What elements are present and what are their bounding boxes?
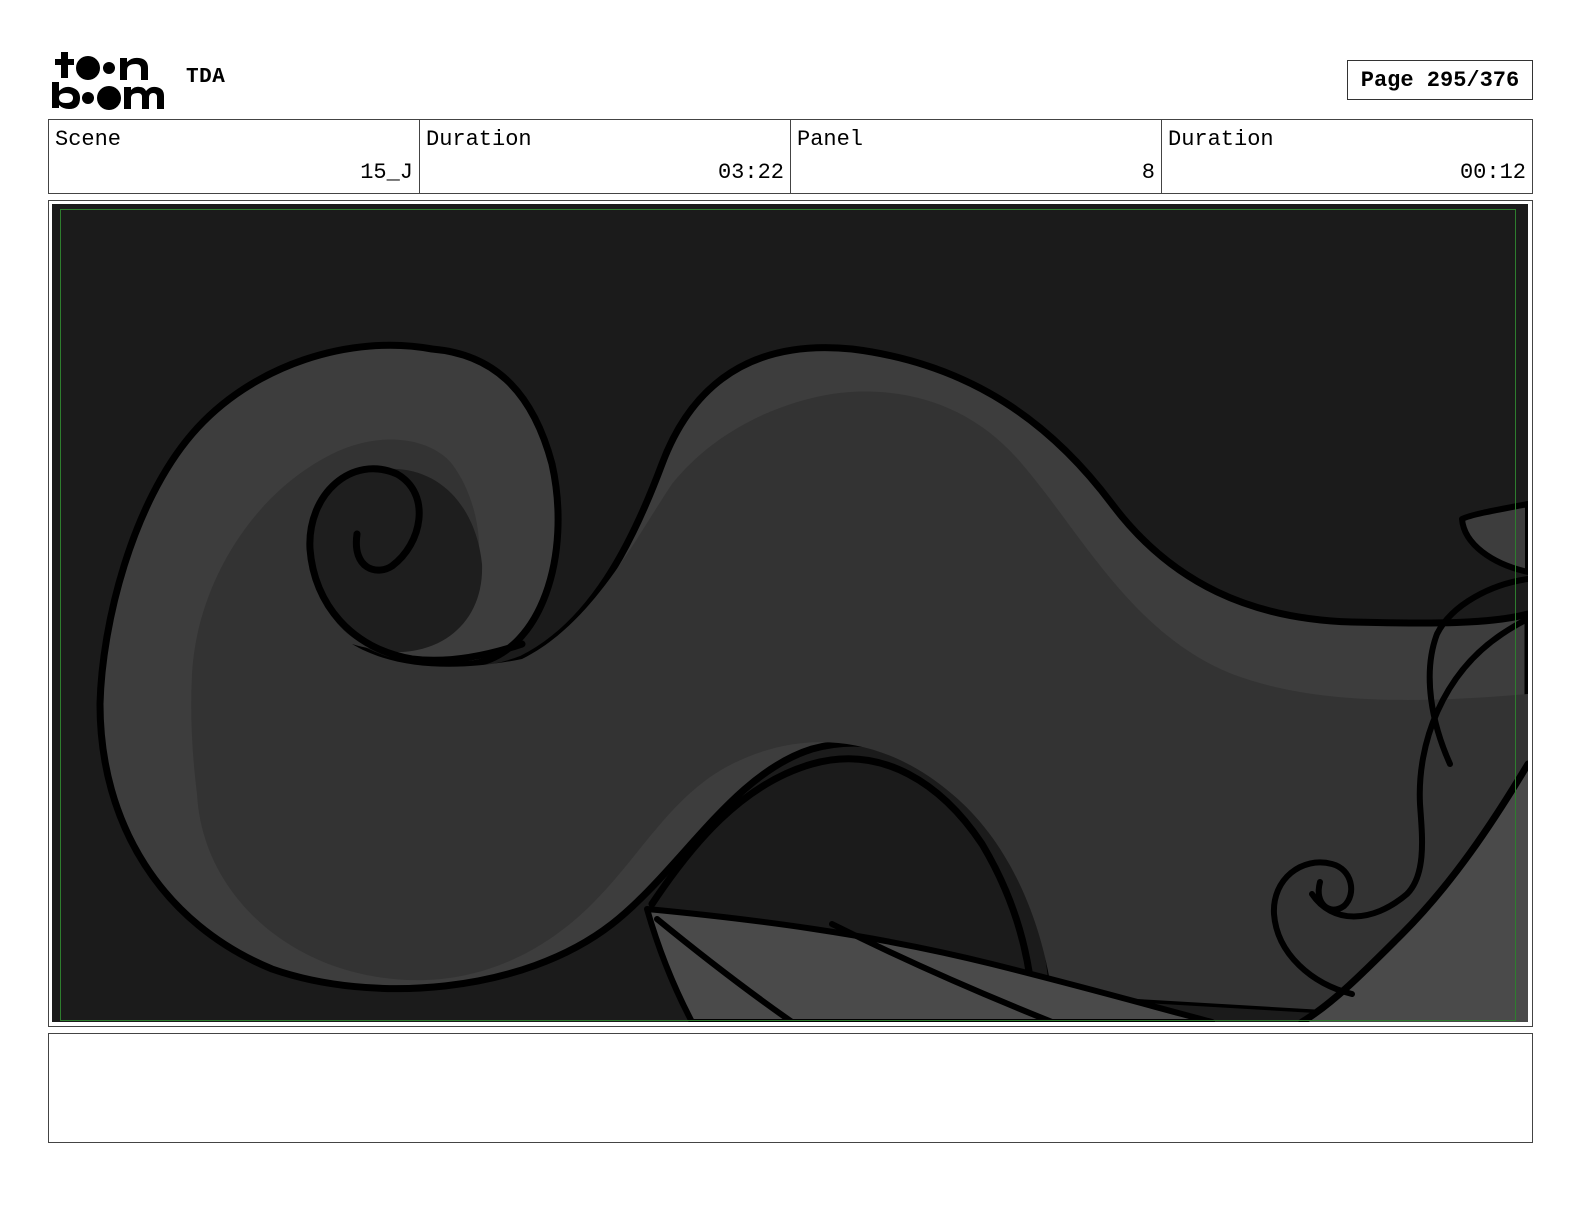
- scene-value: 15_J: [360, 160, 413, 185]
- panel-duration-label: Duration: [1168, 127, 1274, 152]
- panel-value: 8: [1141, 160, 1155, 185]
- project-title: TDA: [186, 66, 226, 89]
- scene-duration-cell: Duration 03:22: [420, 120, 791, 193]
- page-indicator: Page 295/376: [1347, 60, 1533, 100]
- panel-cell: Panel 8: [791, 120, 1162, 193]
- scene-cell: Scene 15_J: [49, 120, 420, 193]
- scene-duration-label: Duration: [426, 127, 532, 152]
- scene-info-table: Scene 15_J Duration 03:22 Panel 8 Durati…: [48, 119, 1533, 194]
- panel-duration-value: 00:12: [1459, 160, 1526, 185]
- panel-label: Panel: [797, 127, 864, 152]
- scene-label: Scene: [55, 127, 122, 152]
- scene-duration-value: 03:22: [717, 160, 784, 185]
- toon-boom-logo-icon: [52, 50, 164, 112]
- storyboard-panel-image: [52, 204, 1528, 1022]
- page-label: Page 295/376: [1360, 67, 1520, 93]
- panel-notes-box[interactable]: [48, 1033, 1533, 1143]
- storyboard-panel-frame: [48, 200, 1533, 1027]
- panel-duration-cell: Duration 00:12: [1162, 120, 1532, 193]
